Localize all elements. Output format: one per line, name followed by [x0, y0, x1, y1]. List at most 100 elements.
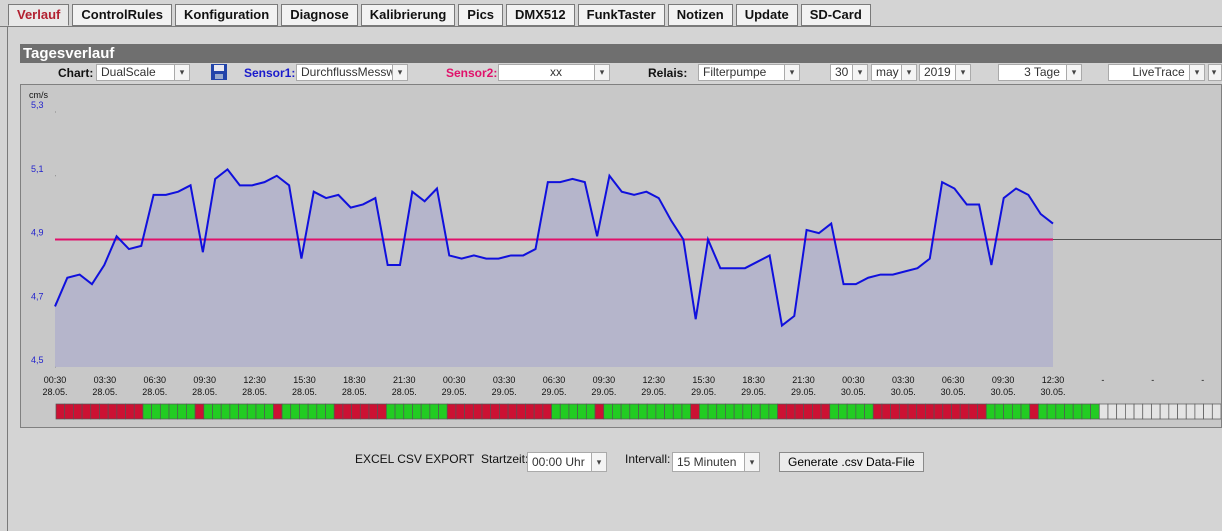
relay-cell: [951, 403, 961, 420]
x-tick-time: 03:30: [493, 375, 516, 385]
relay-cell: [855, 403, 865, 420]
relay-cell: [1064, 403, 1074, 420]
relay-cell: [907, 403, 918, 420]
chart-panel: cm/s 5,3 5,1 4,9 4,7 4,5 00:30 28.05. 03:30 28.05…: [20, 84, 1222, 428]
interval-select[interactable]: 15 Minuten ▾: [672, 452, 760, 472]
relay-cell: [542, 403, 552, 420]
generate-csv-button[interactable]: Generate .csv Data-File: [779, 452, 924, 472]
x-tick-date: 28.05.: [42, 387, 67, 397]
relay-cell: [942, 403, 952, 420]
relay-cell: [90, 403, 100, 420]
tab-diagnose[interactable]: Diagnose: [281, 4, 358, 26]
floppy-disk-icon[interactable]: [211, 64, 227, 80]
relay-cell: [1107, 403, 1118, 420]
relay-cell: [1072, 403, 1083, 420]
x-tick-date: 30.05.: [1040, 387, 1065, 397]
tab-divider: [0, 26, 1222, 27]
chevron-down-icon: ▾: [901, 65, 916, 80]
x-tick-time: 15:30: [692, 375, 715, 385]
x-tick-time: 12:30: [1042, 375, 1065, 385]
relay-cell: [681, 403, 692, 420]
tab-verlauf[interactable]: Verlauf: [8, 4, 70, 26]
y-unit-label: cm/s: [29, 90, 48, 100]
tab-funktaster[interactable]: FunkTaster: [577, 4, 665, 26]
relay-cell: [1168, 403, 1178, 420]
sensor1-select[interactable]: DurchflussMessw ▾: [296, 64, 408, 81]
relay-cell: [585, 403, 596, 420]
relay-cell: [759, 403, 770, 420]
x-tick-date: 28.05.: [342, 387, 367, 397]
sensor2-label: Sensor2:: [446, 66, 498, 80]
tab-update[interactable]: Update: [735, 4, 798, 26]
relay-cell: [290, 403, 300, 420]
relay-cell: [368, 403, 379, 420]
month-select[interactable]: may ▾: [871, 64, 917, 81]
relay-cell: [933, 403, 944, 420]
relay-cell: [803, 403, 813, 420]
tab-konfiguration[interactable]: Konfiguration: [174, 4, 279, 26]
year-select[interactable]: 2019 ▾: [919, 64, 971, 81]
range-select[interactable]: 3 Tage ▾: [998, 64, 1082, 81]
relay-cell: [638, 403, 648, 420]
relais-select[interactable]: Filterpumpe ▾: [698, 64, 800, 81]
mode-select[interactable]: LiveTrace ▾: [1108, 64, 1205, 81]
relay-cell: [794, 403, 805, 420]
relay-cell: [133, 403, 144, 420]
sensor2-select[interactable]: xx ▾: [498, 64, 610, 81]
tab-sd-card[interactable]: SD-Card: [800, 4, 871, 26]
relay-cell: [194, 403, 205, 420]
relay-cell: [785, 403, 796, 420]
relay-cell: [1133, 403, 1144, 420]
x-tick-time: 03:30: [94, 375, 117, 385]
start-time-select[interactable]: 00:00 Uhr ▾: [527, 452, 607, 472]
chevron-down-icon: ▾: [955, 65, 970, 80]
relay-cell: [64, 403, 74, 420]
line-chart: cm/s5,35,14,94,74,500:3028.05.03:3028.05…: [29, 90, 1222, 420]
year-value: 2019: [924, 65, 951, 79]
y-tick-label: 4,7: [31, 291, 44, 301]
tab-dmx512[interactable]: DMX512: [506, 4, 575, 26]
csv-export-title: EXCEL CSV EXPORT: [355, 452, 475, 466]
relay-cell: [925, 403, 935, 420]
relay-cell: [246, 403, 257, 420]
relay-cell: [1003, 403, 1013, 420]
day-select[interactable]: 30 ▾: [830, 64, 868, 81]
x-tick-date: 28.05.: [242, 387, 267, 397]
chevron-down-icon: ▾: [744, 453, 759, 471]
x-tick-time: 12:30: [243, 375, 266, 385]
tab-pics[interactable]: Pics: [458, 4, 504, 26]
relay-cell: [629, 403, 639, 420]
relay-cell: [864, 403, 874, 420]
chevron-down-icon: ▾: [594, 65, 609, 80]
relay-cell: [151, 403, 161, 420]
tab-notizen[interactable]: Notizen: [667, 4, 733, 26]
relay-cell: [446, 403, 457, 420]
tab-kalibrierung[interactable]: Kalibrierung: [360, 4, 456, 26]
relay-cell: [186, 403, 196, 420]
relay-cell: [481, 403, 492, 420]
relay-cell: [342, 403, 352, 420]
relay-cell: [73, 403, 83, 420]
relay-cell: [594, 403, 605, 420]
extra-select[interactable]: ▾: [1208, 64, 1222, 81]
x-tick-date: 28.05.: [392, 387, 417, 397]
relay-cell: [307, 403, 318, 420]
x-tick-time: 00:30: [842, 375, 865, 385]
x-tick-date: 29.05.: [492, 387, 517, 397]
relay-cell: [725, 403, 735, 420]
relay-cell: [716, 403, 726, 420]
tab-controlrules[interactable]: ControlRules: [72, 4, 172, 26]
chevron-down-icon: ▾: [1189, 65, 1204, 80]
relay-cell: [499, 403, 509, 420]
relais-value: Filterpumpe: [703, 65, 767, 79]
x-tick-date: 29.05.: [541, 387, 566, 397]
x-tick-time: 06:30: [942, 375, 965, 385]
chart-type-select[interactable]: DualScale ▾: [96, 64, 190, 81]
relay-cell: [916, 403, 926, 420]
range-value: 3 Tage: [1024, 65, 1060, 79]
x-tick-date: 28.05.: [142, 387, 167, 397]
y-tick-label: 5,1: [31, 164, 44, 174]
x-tick-date: 30.05.: [891, 387, 916, 397]
mode-value: LiveTrace: [1132, 65, 1185, 79]
x-tick-time: 06:30: [144, 375, 167, 385]
